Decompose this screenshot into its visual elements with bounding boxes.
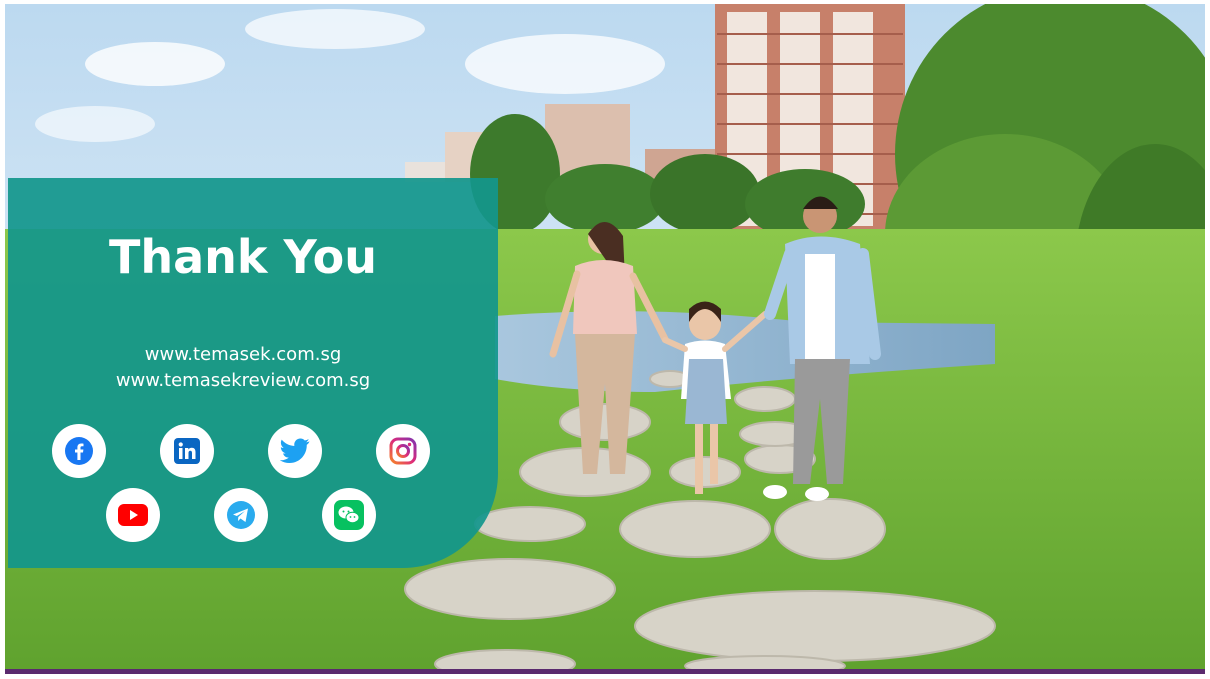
youtube-icon (118, 504, 148, 526)
youtube-button[interactable] (106, 488, 160, 542)
facebook-button[interactable] (52, 424, 106, 478)
page-title: Thank You (109, 230, 377, 284)
linkedin-button[interactable] (160, 424, 214, 478)
instagram-button[interactable] (376, 424, 430, 478)
temasek-website-link[interactable]: www.temasek.com.sg (8, 344, 478, 365)
thank-you-slide: Thank You www.temasek.com.sg www.temasek… (5, 4, 1205, 674)
telegram-button[interactable] (214, 488, 268, 542)
telegram-icon (227, 501, 255, 529)
linkedin-icon (174, 438, 200, 464)
facebook-icon (65, 437, 93, 465)
twitter-button[interactable] (268, 424, 322, 478)
wechat-button[interactable] (322, 488, 376, 542)
thank-you-panel: Thank You www.temasek.com.sg www.temasek… (8, 178, 498, 568)
twitter-icon (280, 438, 310, 463)
wechat-icon (334, 500, 364, 530)
instagram-icon (389, 437, 417, 465)
temasek-review-website-link[interactable]: www.temasekreview.com.sg (8, 370, 478, 391)
bottom-accent-bar (5, 669, 1205, 674)
